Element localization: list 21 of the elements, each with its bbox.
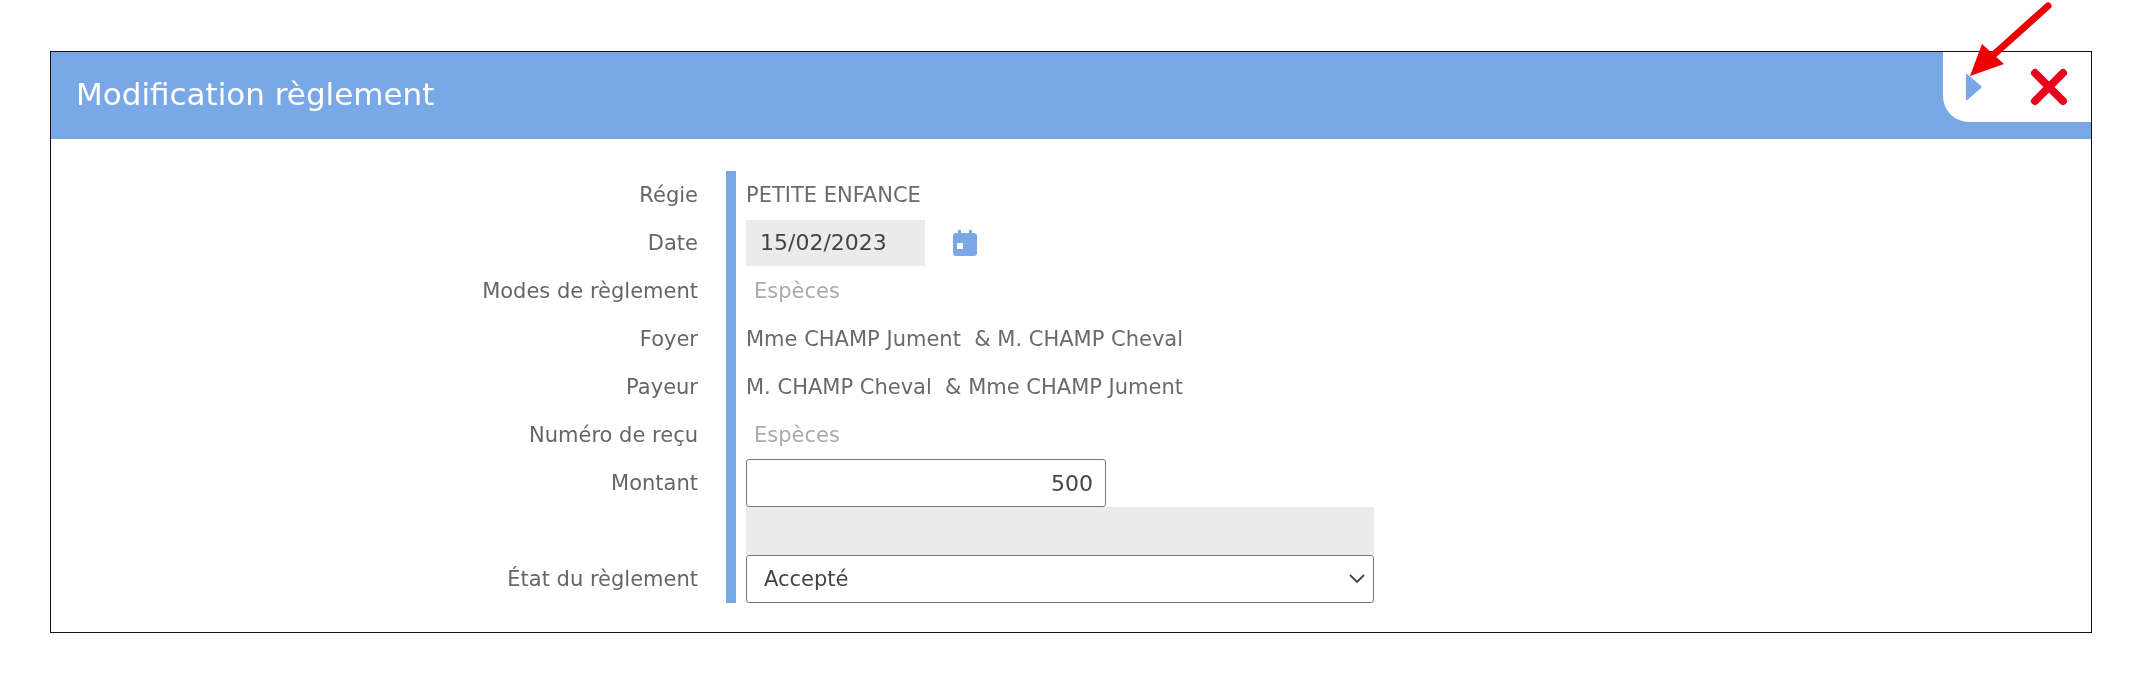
amount-field[interactable]: 500 [746,459,1106,507]
field-label: Date [647,231,698,255]
play-icon[interactable] [1965,71,1983,103]
field-label: Montant [611,471,698,495]
field-value: M. CHAMP Cheval & Mme CHAMP Jument [746,375,1184,399]
calendar-icon[interactable] [953,230,977,256]
close-icon[interactable] [2029,67,2069,107]
field-value: Espèces [753,423,840,447]
field-value: PETITE ENFANCE [746,183,921,207]
field-value: Espèces [753,279,840,303]
chevron-icon [1349,574,1365,584]
field-label: Numéro de reçu [529,423,698,447]
date-field[interactable]: 15/02/2023 [746,220,925,266]
field-label: Régie [639,183,698,207]
field-label: Foyer [639,327,698,351]
field-label: Modes de règlement [482,279,698,303]
field-label: Payeur [626,375,698,399]
field-label: État du règlement [507,567,698,591]
field-value: Mme CHAMP Jument & M. CHAMP Cheval [746,327,1184,351]
dialog-title: Modification règlement [75,75,435,114]
status-dropdown[interactable]: Accepté [746,555,1374,603]
